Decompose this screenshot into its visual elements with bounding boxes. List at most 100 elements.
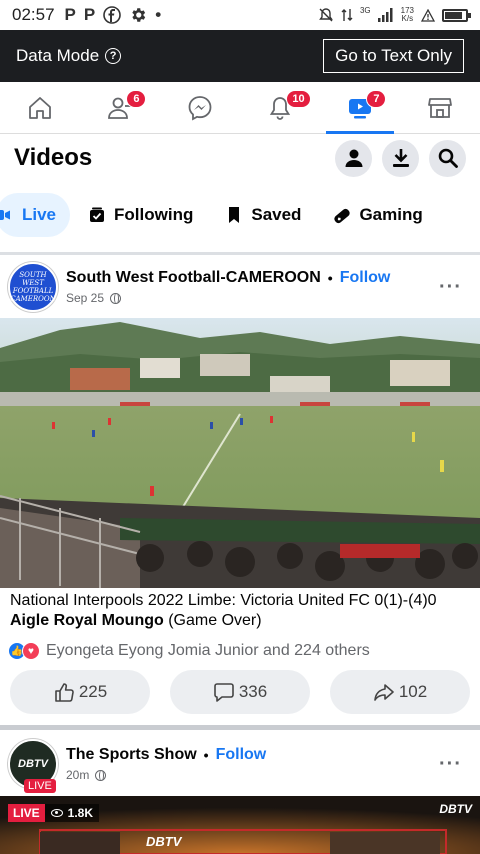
viewer-count: 1.8K	[44, 804, 100, 822]
avatar[interactable]: DBTV LIVE	[8, 739, 58, 793]
net-speed-unit: K/s	[401, 14, 414, 23]
download-icon	[392, 149, 409, 167]
gamepad-icon	[334, 208, 351, 224]
data-mode-label: Data Mode	[16, 46, 100, 65]
network-type: 3G	[359, 5, 371, 15]
person-icon	[345, 149, 362, 167]
post-divider	[0, 725, 480, 730]
search-button[interactable]	[429, 139, 466, 177]
caption-end: (Game Over)	[163, 612, 262, 629]
status-time: 02:57	[12, 5, 55, 24]
notifications-badge: 10	[286, 90, 311, 108]
nav-home[interactable]	[0, 82, 80, 133]
love-reaction-icon: ♥	[22, 642, 40, 660]
section-divider	[0, 252, 480, 255]
eye-icon	[50, 809, 63, 817]
more-options-icon[interactable]: ···	[429, 753, 472, 776]
p-app-icon: P	[83, 5, 96, 24]
data-arrows-icon	[341, 9, 353, 21]
facebook-icon	[103, 6, 122, 24]
net-speed: 173 K/s	[401, 7, 414, 23]
nav-notifications[interactable]: 10	[240, 82, 320, 133]
viewer-count-value: 1.8K	[67, 806, 94, 820]
post-header: SOUTH WEST FOOTBALL CAMEROON South West …	[0, 256, 480, 318]
like-button[interactable]: 225	[10, 670, 150, 714]
reactions-summary[interactable]: 👍 ♥ Eyongeta Eyong Jomia Junior and 224 …	[8, 642, 370, 660]
dot-separator: •	[203, 747, 209, 763]
like-count: 225	[78, 682, 108, 701]
post-author[interactable]: The Sports Show	[66, 746, 197, 764]
post-header: DBTV LIVE The Sports Show • Follow 20m ·…	[0, 733, 480, 795]
nav-marketplace[interactable]	[400, 82, 480, 133]
store-icon	[428, 97, 452, 118]
share-icon	[374, 684, 394, 701]
chip-gaming-label: Gaming	[359, 205, 423, 224]
thumbs-up-icon	[55, 683, 74, 702]
comment-count: 336	[238, 682, 268, 701]
share-button[interactable]: 102	[330, 670, 470, 714]
status-bar: 02:57 P P • 3G 173 K/s	[0, 0, 480, 30]
bookmark-icon	[229, 207, 240, 223]
post-caption: National Interpools 2022 Limbe: Victoria…	[10, 591, 476, 631]
avatar-logo: DBTV	[18, 758, 48, 770]
downloads-button[interactable]	[382, 139, 419, 177]
video-thumbnail	[0, 318, 480, 588]
warning-icon	[421, 8, 435, 22]
globe-icon	[110, 292, 122, 304]
dot-icon: •	[155, 5, 162, 24]
top-nav: 6 10 7	[0, 82, 480, 134]
home-icon	[29, 96, 51, 119]
mute-icon	[319, 8, 333, 22]
channel-watermark: DBTV	[439, 802, 472, 816]
avatar[interactable]: SOUTH WEST FOOTBALL CAMEROON	[8, 262, 58, 312]
search-icon	[438, 148, 458, 168]
data-mode-bar: Data Mode ? Go to Text Only	[0, 30, 480, 82]
follow-button[interactable]: Follow	[216, 746, 267, 764]
post-time: Sep 25	[66, 291, 105, 305]
gear-icon	[129, 6, 147, 24]
watch-badge: 7	[366, 90, 387, 108]
nav-messenger[interactable]	[160, 82, 240, 133]
comment-icon	[214, 683, 234, 702]
video-player[interactable]	[0, 318, 480, 588]
help-icon[interactable]: ?	[105, 48, 122, 64]
videos-header: Videos	[0, 134, 480, 182]
chip-saved-label: Saved	[251, 205, 302, 224]
messenger-icon	[188, 95, 212, 121]
chip-live-label: Live	[22, 205, 57, 224]
live-icon	[0, 210, 10, 220]
post-author[interactable]: South West Football-CAMEROON	[66, 269, 321, 287]
friends-badge: 6	[126, 90, 147, 108]
live-tag: LIVE	[8, 804, 45, 822]
follow-button[interactable]: Follow	[340, 269, 391, 287]
filter-chips: Live Following Saved Gaming	[0, 190, 480, 240]
post-actions: 225 336 102	[10, 670, 470, 714]
dot-separator: •	[327, 270, 333, 286]
share-count: 102	[398, 682, 428, 701]
chip-following[interactable]: Following	[74, 193, 207, 237]
following-icon	[90, 207, 105, 222]
chip-gaming[interactable]: Gaming	[319, 193, 436, 237]
reactions-text: Eyongeta Eyong Jomia Junior and 224 othe…	[46, 642, 370, 659]
center-logo: DBTV	[146, 834, 182, 849]
nav-watch[interactable]: 7	[320, 82, 400, 134]
chip-following-label: Following	[114, 205, 194, 224]
go-to-text-only-button[interactable]: Go to Text Only	[323, 39, 464, 73]
caption-team: Aigle Royal Moungo	[10, 612, 164, 629]
chip-live[interactable]: Live	[0, 193, 71, 237]
battery-icon	[442, 8, 471, 22]
profile-button[interactable]	[335, 139, 372, 177]
page-title: Videos	[14, 144, 93, 171]
post-time: 20m	[66, 768, 90, 782]
signal-icon	[377, 8, 393, 22]
chip-saved[interactable]: Saved	[211, 193, 315, 237]
nav-friends[interactable]: 6	[80, 82, 160, 133]
globe-icon	[95, 769, 107, 781]
live-indicator: LIVE	[24, 779, 56, 793]
more-options-icon[interactable]: ···	[429, 276, 472, 299]
live-video-player[interactable]: LIVE 1.8K DBTV DBTV	[0, 796, 480, 854]
comment-button[interactable]: 336	[170, 670, 310, 714]
caption-main: National Interpools 2022 Limbe: Victoria…	[10, 592, 437, 609]
avatar-text: SOUTH WEST FOOTBALL CAMEROON	[10, 271, 56, 303]
live-badge: LIVE 1.8K	[8, 804, 100, 822]
